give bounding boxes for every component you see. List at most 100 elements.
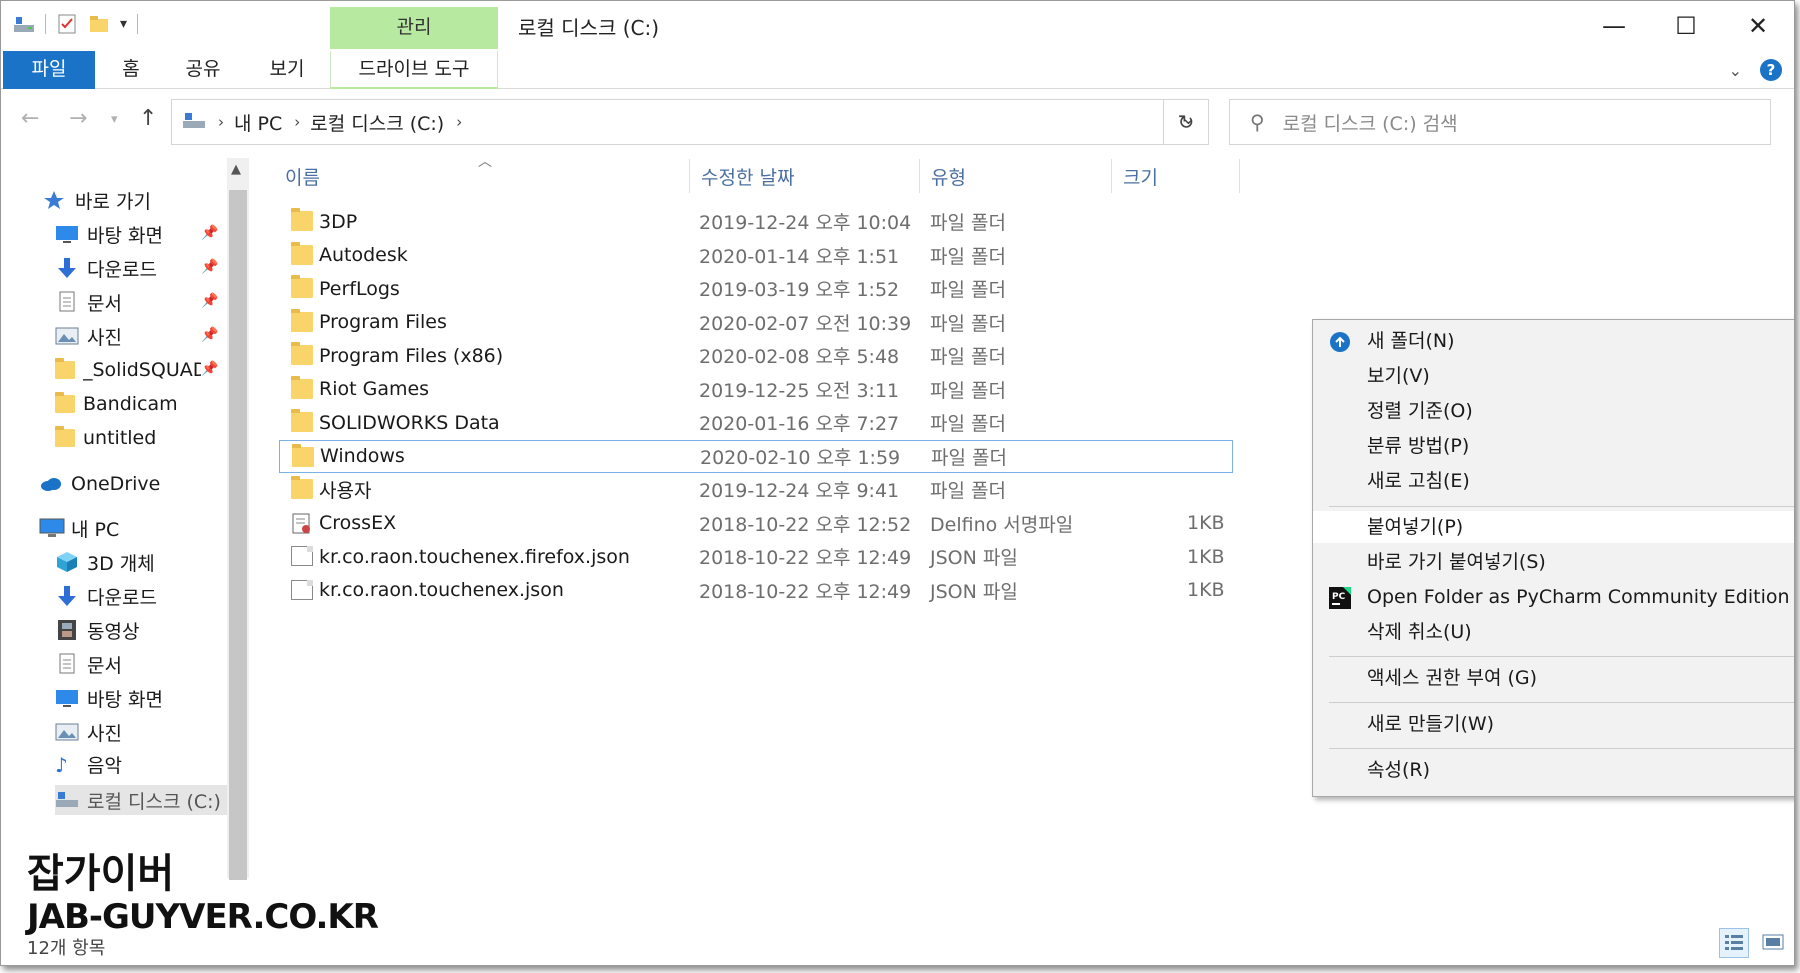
customize-qat-icon[interactable]: ▾ <box>120 16 127 32</box>
menu-item-properties[interactable]: 속성(R) <box>1313 754 1794 786</box>
pin-icon[interactable]: 📌 <box>201 225 218 241</box>
file-row[interactable]: Program Files (x86) 2020-02-08 오후 5:48 파일 … <box>279 339 1233 372</box>
nav-item-solidsquad[interactable]: _SolidSQUAD_ <box>55 355 201 385</box>
column-header-type[interactable]: 유형 <box>931 163 966 190</box>
menu-item-new[interactable]: 새로 만들기(W) <box>1313 708 1794 740</box>
breadcrumb-chevron-icon[interactable]: › <box>218 113 224 131</box>
pin-icon[interactable]: 📌 <box>201 327 218 343</box>
file-row[interactable]: Program Files 2020-02-07 오전 10:39 파일 폴더 <box>279 306 1233 339</box>
column-divider[interactable] <box>919 159 920 193</box>
breadcrumb-chevron-icon[interactable]: › <box>294 113 300 131</box>
toolbar-divider <box>45 14 46 34</box>
nav-item-bandicam[interactable]: Bandicam <box>55 389 178 419</box>
column-header-size[interactable]: 크기 <box>1123 163 1158 190</box>
nav-item-untitled[interactable]: untitled <box>55 423 156 453</box>
nav-quick-access[interactable]: 바로 가기 <box>43 185 151 215</box>
column-divider[interactable] <box>1111 159 1112 193</box>
minimize-button[interactable]: — <box>1578 1 1650 51</box>
file-row[interactable]: PerfLogs 2019-03-19 오후 1:52 파일 폴더 <box>279 272 1233 305</box>
nav-item-pictures[interactable]: 사진 <box>55 321 122 351</box>
document-icon <box>55 291 79 313</box>
menu-label: 바로 가기 붙여넣기(S) <box>1367 551 1546 573</box>
menu-item-sort-by[interactable]: 정렬 기준(O) <box>1313 395 1794 427</box>
tab-view[interactable]: 보기 <box>259 51 315 89</box>
file-row[interactable]: kr.co.raon.touchenex.firefox.json 2018-10… <box>279 540 1233 573</box>
file-row[interactable]: Autodesk 2020-01-14 오후 1:51 파일 폴더 <box>279 239 1233 272</box>
nav-onedrive[interactable]: OneDrive <box>39 469 160 499</box>
nav-label: 바탕 화면 <box>87 224 163 247</box>
tab-home[interactable]: 홈 <box>109 51 153 89</box>
nav-item-pc-pictures[interactable]: 사진 <box>55 717 122 747</box>
nav-item-desktop[interactable]: 바탕 화면 <box>55 219 163 249</box>
nav-item-downloads[interactable]: 다운로드 <box>55 253 157 283</box>
menu-item-group-by[interactable]: 분류 방법(P) <box>1313 430 1794 462</box>
nav-label: 문서 <box>87 654 122 677</box>
properties-icon[interactable] <box>56 13 78 35</box>
file-row[interactable]: 사용자 2019-12-24 오후 9:41 파일 폴더 <box>279 473 1233 506</box>
nav-item-pc-documents[interactable]: 문서 <box>55 649 122 679</box>
menu-item-paste[interactable]: 붙여넣기(P) <box>1313 511 1794 543</box>
nav-item-music[interactable]: ♪ 음악 <box>55 749 122 779</box>
menu-item-undo-delete[interactable]: 삭제 취소(U) <box>1313 616 1794 648</box>
column-divider[interactable] <box>689 159 690 193</box>
file-row[interactable]: Riot Games 2019-12-25 오전 3:11 파일 폴더 <box>279 373 1233 406</box>
pin-icon[interactable]: 📌 <box>201 361 218 377</box>
breadcrumb-chevron-icon[interactable]: › <box>456 113 462 131</box>
tab-file[interactable]: 파일 <box>3 51 95 89</box>
menu-item-refresh[interactable]: 새로 고침(E) <box>1313 465 1794 497</box>
pin-icon[interactable]: 📌 <box>201 293 218 309</box>
menu-item-view[interactable]: 보기(V) <box>1313 360 1794 392</box>
expand-ribbon-icon[interactable]: ⌄ <box>1729 61 1742 80</box>
file-row[interactable]: CrossEX 2018-10-22 오후 12:52 Delfino 서명파일 1K… <box>279 507 1233 540</box>
tab-drive-tools[interactable]: 드라이브 도구 <box>330 51 498 89</box>
nav-scrollbar[interactable]: ▲ <box>227 158 249 880</box>
back-arrow-icon[interactable]: ← <box>21 106 39 131</box>
file-row[interactable]: SOLIDWORKS Data 2020-01-16 오후 7:27 파일 폴더 <box>279 406 1233 439</box>
file-name: PerfLogs <box>319 277 400 300</box>
column-divider[interactable] <box>1239 159 1240 193</box>
nav-item-videos[interactable]: 동영상 <box>55 615 139 645</box>
file-row[interactable]: 3DP 2019-12-24 오후 10:04 파일 폴더 <box>279 205 1233 238</box>
forward-arrow-icon[interactable]: → <box>69 106 87 131</box>
column-header-date[interactable]: 수정한 날짜 <box>701 163 794 190</box>
nav-label: 다운로드 <box>87 586 157 609</box>
help-icon[interactable]: ? <box>1760 59 1782 81</box>
column-header-name[interactable]: 이름 <box>285 163 320 190</box>
recent-locations-icon[interactable]: ▾ <box>111 112 118 127</box>
new-folder-icon[interactable] <box>88 13 110 35</box>
refresh-button[interactable]: ↻ <box>1163 99 1209 145</box>
nav-item-local-disk[interactable]: 로컬 디스크 (C:) <box>55 785 227 815</box>
nav-label: _SolidSQUAD_ <box>83 359 201 381</box>
nav-item-pc-downloads[interactable]: 다운로드 <box>55 581 157 611</box>
svg-text:PC: PC <box>1332 592 1346 602</box>
pin-icon[interactable]: 📌 <box>201 259 218 275</box>
menu-label: 속성(R) <box>1367 759 1430 781</box>
menu-item-paste-shortcut[interactable]: 바로 가기 붙여넣기(S) <box>1313 546 1794 578</box>
large-icons-view-icon[interactable] <box>1759 928 1789 958</box>
maximize-button[interactable]: ☐ <box>1650 1 1722 51</box>
breadcrumb-local-disk[interactable]: 로컬 디스크 (C:) <box>310 109 444 136</box>
nav-item-documents[interactable]: 문서 <box>55 287 122 317</box>
menu-item-give-access[interactable]: 액세스 권한 부여 (G) <box>1313 662 1794 694</box>
close-button[interactable]: ✕ <box>1722 1 1794 51</box>
file-row[interactable]: Windows 2020-02-10 오후 1:59 파일 폴더 <box>279 439 1233 473</box>
breadcrumb-this-pc[interactable]: 내 PC <box>234 109 282 136</box>
drive-icon[interactable] <box>13 13 35 35</box>
scroll-up-icon[interactable]: ▲ <box>231 162 241 177</box>
file-row[interactable]: kr.co.raon.touchenex.json 2018-10-22 오후 1… <box>279 574 1233 607</box>
menu-item-new-folder[interactable]: 새 폴더(N) <box>1313 325 1794 357</box>
up-arrow-icon[interactable]: ↑ <box>139 106 157 131</box>
download-arrow-icon <box>55 585 79 607</box>
nav-item-3d-objects[interactable]: 3D 개체 <box>55 547 155 577</box>
details-view-icon[interactable] <box>1719 928 1749 958</box>
file-size: 1KB <box>1187 512 1225 534</box>
menu-label: 삭제 취소(U) <box>1367 621 1472 643</box>
address-bar[interactable]: › 내 PC › 로컬 디스크 (C:) › ⌄ <box>171 99 1209 145</box>
menu-item-open-pycharm[interactable]: PC Open Folder as PyCharm Community Edit… <box>1313 581 1794 613</box>
nav-item-pc-desktop[interactable]: 바탕 화면 <box>55 683 163 713</box>
nav-this-pc[interactable]: 내 PC <box>39 513 119 543</box>
tab-share[interactable]: 공유 <box>175 51 231 89</box>
search-input[interactable]: ⚲ 로컬 디스크 (C:) 검색 <box>1229 99 1771 145</box>
scrollbar-thumb[interactable] <box>229 190 247 880</box>
file-type: 파일 폴더 <box>930 312 1006 335</box>
